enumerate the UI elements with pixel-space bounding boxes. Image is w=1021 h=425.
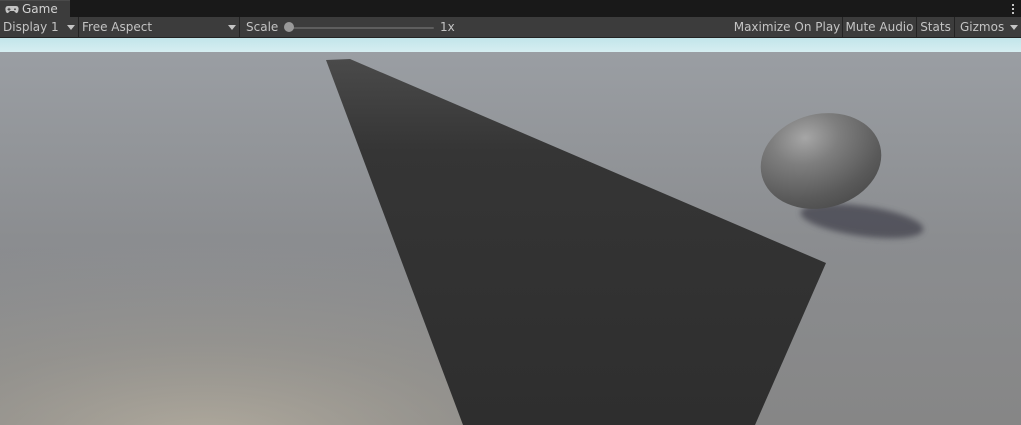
- stats-button[interactable]: Stats: [917, 17, 955, 37]
- game-viewport[interactable]: [0, 52, 1021, 425]
- scale-slider-track[interactable]: [289, 27, 434, 29]
- display-label: Display 1: [3, 20, 59, 34]
- gizmos-label: Gizmos: [960, 20, 1005, 34]
- scale-slider-thumb[interactable]: [284, 22, 294, 32]
- gizmos-dropdown[interactable]: Gizmos: [955, 17, 1021, 37]
- maximize-on-play-button[interactable]: Maximize On Play: [732, 17, 843, 37]
- chevron-down-icon: [67, 25, 75, 30]
- aspect-dropdown[interactable]: Free Aspect: [79, 17, 240, 37]
- sky-strip: [0, 38, 1021, 52]
- scale-value: 1x: [440, 20, 455, 34]
- scene-render: [0, 52, 1021, 425]
- more-options-icon[interactable]: [1010, 1, 1016, 16]
- scale-label: Scale: [246, 20, 279, 34]
- display-dropdown[interactable]: Display 1: [0, 17, 79, 37]
- tab-label: Game: [22, 1, 58, 16]
- chevron-down-icon: [228, 25, 236, 30]
- chevron-down-icon: [1010, 25, 1018, 30]
- mute-audio-button[interactable]: Mute Audio: [843, 17, 917, 37]
- tab-bar: Game: [0, 0, 1021, 17]
- tab-game[interactable]: Game: [0, 0, 70, 17]
- gamepad-icon: [5, 5, 19, 14]
- aspect-label: Free Aspect: [82, 20, 153, 34]
